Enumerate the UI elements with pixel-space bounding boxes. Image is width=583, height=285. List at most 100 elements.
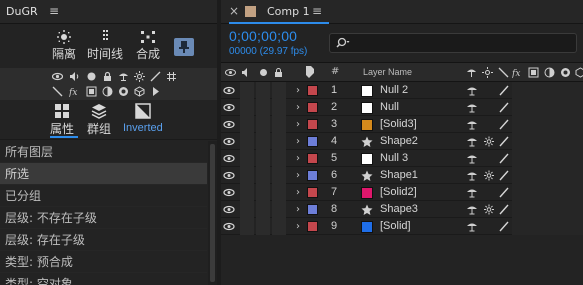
- hash-icon[interactable]: [166, 71, 177, 82]
- label-color-swatch[interactable]: [307, 204, 318, 215]
- shy-icon[interactable]: [465, 133, 479, 150]
- quality-icon[interactable]: [497, 82, 511, 99]
- shy-icon[interactable]: [465, 150, 479, 167]
- solo-toggle[interactable]: [256, 218, 270, 235]
- layer-row[interactable]: › 5 Null 3: [221, 150, 583, 167]
- panel-menu-button[interactable]: ≡: [49, 4, 59, 18]
- shy-icon[interactable]: [465, 167, 479, 184]
- switch-cells[interactable]: [512, 150, 583, 167]
- filter-item-selected[interactable]: 所选: [0, 163, 207, 185]
- column-number-header[interactable]: #: [331, 66, 339, 77]
- layer-name[interactable]: Shape2: [380, 133, 460, 150]
- quality-icon[interactable]: [497, 184, 511, 201]
- layer-name[interactable]: Null 2: [380, 82, 460, 99]
- quality-icon[interactable]: [497, 99, 511, 116]
- lock-toggle[interactable]: [272, 150, 286, 167]
- audio-toggle[interactable]: [240, 133, 254, 150]
- scroll-thumb[interactable]: [210, 144, 215, 282]
- eye-icon[interactable]: [221, 218, 238, 235]
- collapse-icon[interactable]: [134, 71, 145, 82]
- quality-icon[interactable]: [150, 71, 161, 82]
- eye-icon[interactable]: [221, 82, 238, 99]
- speaker-icon[interactable]: [69, 71, 80, 82]
- eye-icon[interactable]: [221, 116, 238, 133]
- switch-cells[interactable]: [512, 218, 583, 235]
- twirl-chevron-icon[interactable]: ›: [292, 184, 304, 201]
- mode-inverted[interactable]: Inverted: [123, 103, 163, 134]
- lock-toggle[interactable]: [272, 201, 286, 218]
- fx-icon[interactable]: fx: [69, 86, 80, 97]
- eye-icon[interactable]: [221, 167, 238, 184]
- mode-groups[interactable]: 群组: [87, 103, 111, 137]
- lock-icon[interactable]: [102, 71, 113, 82]
- quality-icon[interactable]: [497, 116, 511, 133]
- layer-name[interactable]: [Solid]: [380, 218, 460, 235]
- filter-item[interactable]: 类型: 预合成: [0, 251, 207, 273]
- layer-row[interactable]: › 1 Null 2: [221, 82, 583, 99]
- tab-menu-button[interactable]: ≡: [312, 4, 322, 18]
- solo-toggle[interactable]: [256, 150, 270, 167]
- column-layer-name-header[interactable]: Layer Name: [363, 67, 412, 77]
- lock-toggle[interactable]: [272, 184, 286, 201]
- mode-attributes[interactable]: 属性: [50, 103, 74, 137]
- layer-name[interactable]: Null: [380, 99, 460, 116]
- solo-toggle[interactable]: [256, 82, 270, 99]
- label-color-swatch[interactable]: [307, 136, 318, 147]
- switch-cells[interactable]: [512, 116, 583, 133]
- compose-button[interactable]: 合成: [136, 30, 160, 62]
- twirl-chevron-icon[interactable]: ›: [292, 82, 304, 99]
- label-color-swatch[interactable]: [307, 221, 318, 232]
- switch-cells[interactable]: [512, 133, 583, 150]
- audio-toggle[interactable]: [240, 167, 254, 184]
- quality-icon[interactable]: [497, 150, 511, 167]
- tab-comp[interactable]: Comp 1: [267, 5, 310, 18]
- layer-name[interactable]: [Solid3]: [380, 116, 460, 133]
- quality-icon[interactable]: [497, 133, 511, 150]
- current-timecode[interactable]: 0;00;00;00: [229, 28, 297, 44]
- solo-toggle[interactable]: [256, 201, 270, 218]
- eye-icon[interactable]: [52, 71, 63, 82]
- solo-icon[interactable]: [86, 71, 97, 82]
- twirl-chevron-icon[interactable]: ›: [292, 133, 304, 150]
- eye-icon[interactable]: [221, 133, 238, 150]
- lock-toggle[interactable]: [272, 218, 286, 235]
- layer-row[interactable]: › 8 Shape3: [221, 201, 583, 218]
- twirl-chevron-icon[interactable]: ›: [292, 167, 304, 184]
- shy-icon[interactable]: [465, 218, 479, 235]
- motion-blur-icon[interactable]: [102, 86, 113, 97]
- layer-name[interactable]: Null 3: [380, 150, 460, 167]
- solo-toggle[interactable]: [256, 184, 270, 201]
- filter-scrollbar[interactable]: [208, 141, 217, 285]
- label-color-swatch[interactable]: [307, 170, 318, 181]
- audio-toggle[interactable]: [240, 82, 254, 99]
- filter-item[interactable]: 层级: 不存在子级: [0, 207, 207, 229]
- shy-icon[interactable]: [465, 201, 479, 218]
- lock-toggle[interactable]: [272, 99, 286, 116]
- frame-blend-icon[interactable]: [86, 86, 97, 97]
- collapse-icon[interactable]: [483, 201, 495, 218]
- shy-icon[interactable]: [118, 71, 129, 82]
- lock-toggle[interactable]: [272, 133, 286, 150]
- layer-row[interactable]: › 2 Null: [221, 99, 583, 116]
- audio-toggle[interactable]: [240, 150, 254, 167]
- quality-icon[interactable]: [497, 218, 511, 235]
- solo-toggle[interactable]: [256, 133, 270, 150]
- solo-toggle[interactable]: [256, 99, 270, 116]
- twirl-chevron-icon[interactable]: ›: [292, 116, 304, 133]
- twirl-chevron-icon[interactable]: ›: [292, 201, 304, 218]
- layer-search-box[interactable]: [329, 33, 577, 53]
- shy-icon[interactable]: [465, 116, 479, 133]
- lock-toggle[interactable]: [272, 116, 286, 133]
- audio-toggle[interactable]: [240, 99, 254, 116]
- layer-row[interactable]: › 3 [Solid3]: [221, 116, 583, 133]
- eye-icon[interactable]: [221, 99, 238, 116]
- lock-toggle[interactable]: [272, 82, 286, 99]
- quality-icon[interactable]: [497, 201, 511, 218]
- shy-icon[interactable]: [465, 82, 479, 99]
- play-icon[interactable]: [150, 86, 161, 97]
- adjustment-icon[interactable]: [118, 86, 129, 97]
- filter-item[interactable]: 层级: 存在子级: [0, 229, 207, 251]
- layer-row[interactable]: › 4 Shape2: [221, 133, 583, 150]
- effect-icon[interactable]: [52, 86, 63, 97]
- audio-toggle[interactable]: [240, 116, 254, 133]
